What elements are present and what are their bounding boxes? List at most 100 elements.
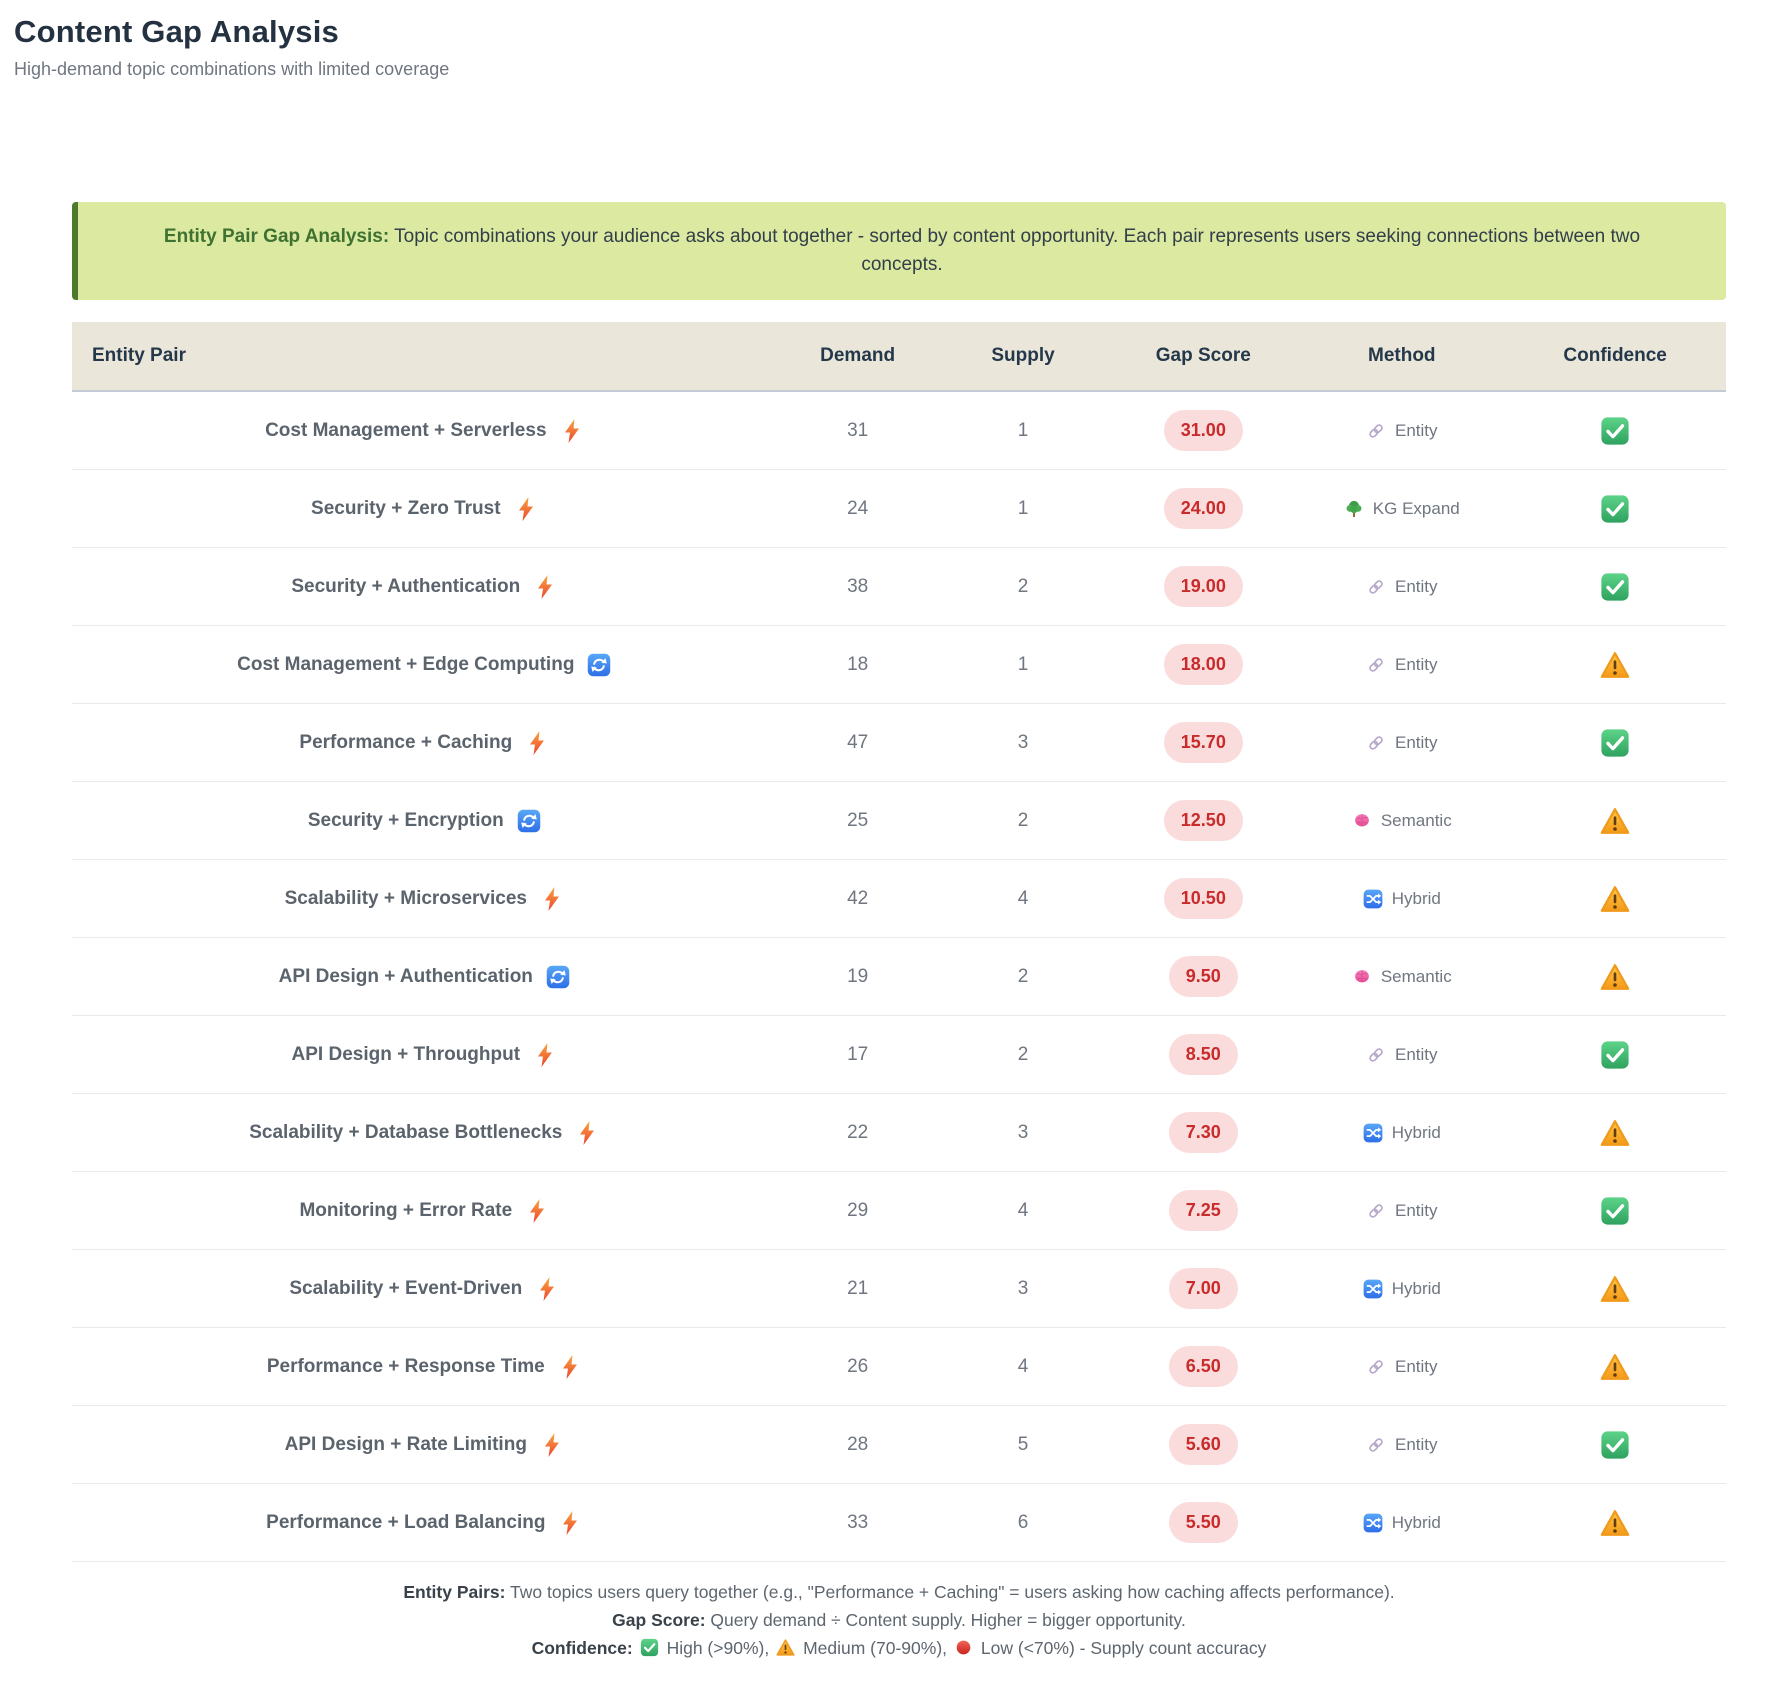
method-cell: Entity [1299, 1045, 1504, 1065]
method-label: Entity [1395, 577, 1438, 597]
column-header-supply: Supply [939, 345, 1108, 367]
supply-value: 4 [939, 1356, 1108, 1378]
check-icon [1600, 1040, 1630, 1070]
gap-score-badge: 6.50 [1169, 1346, 1238, 1387]
column-header-confidence: Confidence [1504, 345, 1726, 367]
demand-value: 38 [777, 576, 939, 598]
entity-pair-label: Performance + Caching [299, 732, 512, 754]
legend-high-text: High (>90%), [667, 1638, 770, 1658]
check-icon [1600, 1430, 1630, 1460]
red-circle-icon [954, 1638, 973, 1657]
demand-value: 47 [777, 732, 939, 754]
info-banner: Entity Pair Gap Analysis: Topic combinat… [72, 202, 1726, 300]
lightning-icon [540, 886, 564, 912]
entity-pair-label: Performance + Load Balancing [266, 1512, 545, 1534]
entity-pair-label: Performance + Response Time [267, 1356, 545, 1378]
legend-gap-score-line: Gap Score: Query demand ÷ Content supply… [72, 1606, 1726, 1634]
method-cell: Entity [1299, 421, 1504, 441]
table-body: Cost Management + Serverless 31 1 31.00 … [72, 392, 1726, 1562]
method-cell: Entity [1299, 1357, 1504, 1377]
entity-pair-cell: Security + Zero Trust [72, 496, 777, 522]
gap-score-cell: 9.50 [1107, 956, 1299, 997]
warning-icon [776, 1638, 795, 1657]
method-cell: Hybrid [1299, 889, 1504, 909]
entity-pair-cell: Scalability + Database Bottlenecks [72, 1120, 777, 1146]
demand-value: 31 [777, 420, 939, 442]
confidence-cell [1504, 650, 1726, 680]
page-title: Content Gap Analysis [14, 14, 1778, 50]
supply-value: 1 [939, 420, 1108, 442]
entity-pair-label: Scalability + Database Bottlenecks [249, 1122, 562, 1144]
entity-pair-cell: Performance + Load Balancing [72, 1510, 777, 1536]
table-row: Security + Encryption 25 2 12.50 Semanti… [72, 782, 1726, 860]
confidence-cell [1504, 416, 1726, 446]
demand-value: 22 [777, 1122, 939, 1144]
demand-value: 33 [777, 1512, 939, 1534]
page-subtitle: High-demand topic combinations with limi… [14, 59, 1778, 80]
check-icon [1600, 1196, 1630, 1226]
gap-analysis-section: Entity Pair Gap Analysis: Topic combinat… [72, 202, 1726, 1662]
check-icon [640, 1638, 659, 1657]
gap-score-badge: 5.60 [1169, 1424, 1238, 1465]
method-cell: Hybrid [1299, 1123, 1504, 1143]
column-header-demand: Demand [777, 345, 939, 367]
entity-pair-cell: API Design + Authentication [72, 964, 777, 990]
method-cell: Entity [1299, 655, 1504, 675]
gap-score-cell: 7.30 [1107, 1112, 1299, 1153]
entity-pair-cell: Monitoring + Error Rate [72, 1198, 777, 1224]
method-cell: KG Expand [1299, 499, 1504, 519]
link-icon [1366, 421, 1386, 441]
method-cell: Semantic [1299, 811, 1504, 831]
warning-icon [1600, 962, 1630, 992]
entity-pair-label: Monitoring + Error Rate [299, 1200, 512, 1222]
supply-value: 2 [939, 810, 1108, 832]
supply-value: 3 [939, 732, 1108, 754]
method-label: Semantic [1381, 811, 1452, 831]
table-row: Performance + Caching 47 3 15.70 Entity [72, 704, 1726, 782]
demand-value: 19 [777, 966, 939, 988]
demand-value: 18 [777, 654, 939, 676]
method-label: Hybrid [1392, 1513, 1441, 1533]
gap-score-badge: 15.70 [1164, 722, 1243, 763]
method-label: Entity [1395, 1357, 1438, 1377]
supply-value: 5 [939, 1434, 1108, 1456]
entity-pair-cell: Scalability + Event-Driven [72, 1276, 777, 1302]
check-icon [1600, 494, 1630, 524]
confidence-cell [1504, 962, 1726, 992]
entity-pair-label: Security + Zero Trust [311, 498, 501, 520]
table-row: Cost Management + Serverless 31 1 31.00 … [72, 392, 1726, 470]
demand-value: 29 [777, 1200, 939, 1222]
gap-score-cell: 5.60 [1107, 1424, 1299, 1465]
lightning-icon [514, 496, 538, 522]
confidence-cell [1504, 728, 1726, 758]
table-row: API Design + Throughput 17 2 8.50 Entity [72, 1016, 1726, 1094]
demand-value: 28 [777, 1434, 939, 1456]
lightning-icon [560, 418, 584, 444]
refresh-icon [546, 964, 570, 990]
column-header-method: Method [1299, 345, 1504, 367]
gap-score-cell: 5.50 [1107, 1502, 1299, 1543]
confidence-cell [1504, 1274, 1726, 1304]
method-label: KG Expand [1373, 499, 1460, 519]
method-label: Entity [1395, 1435, 1438, 1455]
gap-score-cell: 24.00 [1107, 488, 1299, 529]
link-icon [1366, 1435, 1386, 1455]
shuffle-icon [1363, 1279, 1383, 1299]
method-label: Entity [1395, 1201, 1438, 1221]
gap-score-cell: 7.25 [1107, 1190, 1299, 1231]
confidence-cell [1504, 1352, 1726, 1382]
check-icon [1600, 728, 1630, 758]
lightning-icon [525, 1198, 549, 1224]
demand-value: 17 [777, 1044, 939, 1066]
link-icon [1366, 577, 1386, 597]
entity-pair-label: API Design + Authentication [279, 966, 533, 988]
demand-value: 25 [777, 810, 939, 832]
warning-icon [1600, 1508, 1630, 1538]
table-row: Performance + Response Time 26 4 6.50 En… [72, 1328, 1726, 1406]
method-label: Hybrid [1392, 889, 1441, 909]
gap-score-badge: 19.00 [1164, 566, 1243, 607]
method-label: Hybrid [1392, 1279, 1441, 1299]
entity-pair-cell: Cost Management + Serverless [72, 418, 777, 444]
supply-value: 1 [939, 654, 1108, 676]
shuffle-icon [1363, 1123, 1383, 1143]
